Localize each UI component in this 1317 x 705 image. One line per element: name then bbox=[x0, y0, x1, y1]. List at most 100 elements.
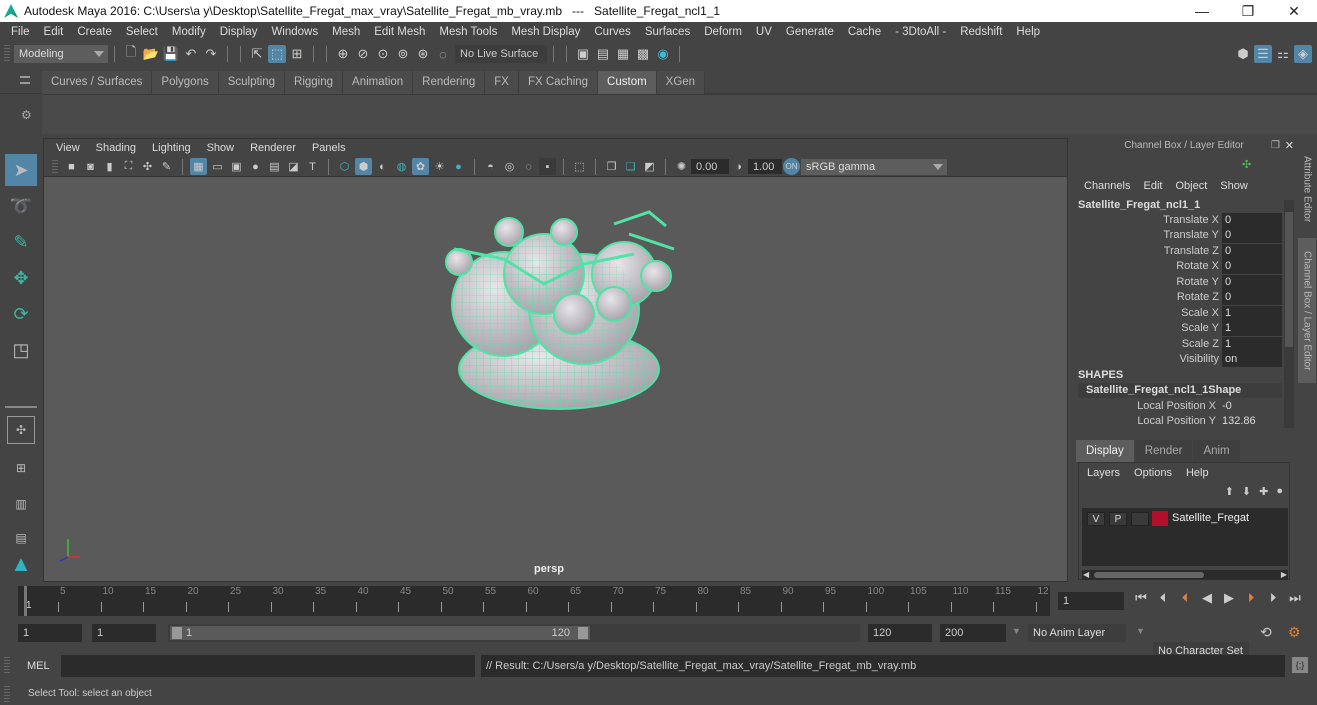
viewport-menu-show[interactable]: Show bbox=[199, 142, 243, 154]
gate-mask-icon[interactable]: ● bbox=[247, 158, 264, 175]
chevron-down-icon[interactable]: ▼ bbox=[1136, 626, 1145, 636]
channel-value[interactable]: 1 bbox=[1222, 321, 1282, 336]
cb-menu-channels[interactable]: Channels bbox=[1084, 180, 1143, 192]
menu-help[interactable]: Help bbox=[1009, 26, 1047, 38]
step-back-key-icon[interactable]: ⏴ bbox=[1174, 590, 1196, 606]
layer-tab-anim[interactable]: Anim bbox=[1193, 440, 1240, 462]
menu-select[interactable]: Select bbox=[119, 26, 165, 38]
close-button[interactable]: ✕ bbox=[1271, 0, 1317, 22]
wireframe-on-shaded-icon[interactable]: ◐ bbox=[374, 158, 391, 175]
step-forward-frame-icon[interactable]: ⏵ bbox=[1262, 590, 1284, 606]
menu-windows[interactable]: Windows bbox=[264, 26, 325, 38]
new-layer-icon[interactable]: ✚ bbox=[1259, 485, 1268, 498]
channel-row[interactable]: Translate Z0 bbox=[1072, 244, 1282, 259]
bookmark-icon[interactable]: ▮ bbox=[101, 158, 118, 175]
channel-value[interactable]: 0 bbox=[1222, 290, 1282, 305]
shelf-settings-gear-icon[interactable]: ⚙ bbox=[21, 108, 32, 122]
viewport-menu-lighting[interactable]: Lighting bbox=[144, 142, 199, 154]
channel-value[interactable]: 0 bbox=[1222, 213, 1282, 228]
layer-menu-help[interactable]: Help bbox=[1186, 467, 1223, 479]
move-tool-icon[interactable]: ✥ bbox=[5, 262, 37, 294]
layer-playback-toggle[interactable]: P bbox=[1109, 512, 1127, 526]
wireframe-icon[interactable]: ⬡ bbox=[336, 158, 353, 175]
play-backwards-icon[interactable]: ◀ bbox=[1196, 590, 1218, 606]
menu-edit[interactable]: Edit bbox=[37, 26, 71, 38]
channel-value[interactable]: 0 bbox=[1222, 275, 1282, 290]
shelf-tab-xgen[interactable]: XGen bbox=[656, 71, 706, 94]
shelf-tab-animation[interactable]: Animation bbox=[343, 71, 414, 94]
layer-display-type-toggle[interactable] bbox=[1131, 512, 1149, 526]
shelf-tab-fx-caching[interactable]: FX Caching bbox=[518, 71, 599, 94]
menu-mesh[interactable]: Mesh bbox=[325, 26, 367, 38]
paint-select-tool-icon[interactable]: ✎ bbox=[5, 226, 37, 258]
scroll-left-icon[interactable]: ◀ bbox=[1083, 570, 1089, 579]
manipulator-icon[interactable]: ✣ bbox=[1242, 158, 1251, 171]
animation-end-field[interactable]: 200 bbox=[940, 624, 1006, 642]
menu-file[interactable]: File bbox=[4, 26, 37, 38]
shelf-tab-rendering[interactable]: Rendering bbox=[413, 71, 486, 94]
film-gate-icon[interactable]: ▭ bbox=[209, 158, 226, 175]
viewport-panel[interactable]: View Shading Lighting Show Renderer Pane… bbox=[43, 138, 1068, 582]
layer-tab-render[interactable]: Render bbox=[1134, 440, 1193, 462]
shelf-tab-sculpting[interactable]: Sculpting bbox=[218, 71, 286, 94]
satellite-model[interactable] bbox=[434, 204, 684, 424]
snap-live-icon[interactable]: ⊛ bbox=[414, 45, 432, 63]
animation-start-field[interactable]: 1 bbox=[18, 624, 82, 642]
menu-edit-mesh[interactable]: Edit Mesh bbox=[367, 26, 432, 38]
script-editor-icon[interactable]: {;} bbox=[1292, 657, 1308, 673]
channel-value[interactable]: -0 bbox=[1219, 399, 1279, 414]
maya-logo-icon[interactable]: ▲ bbox=[5, 548, 37, 580]
multisample-aa-icon[interactable]: ◎ bbox=[501, 158, 518, 175]
float-panel-icon[interactable]: ❐ bbox=[1271, 138, 1280, 154]
channel-value[interactable]: 1 bbox=[1222, 337, 1282, 352]
render-settings-icon[interactable]: ▩ bbox=[634, 45, 652, 63]
menu-mesh-tools[interactable]: Mesh Tools bbox=[432, 26, 504, 38]
menu-curves[interactable]: Curves bbox=[587, 26, 637, 38]
layer-name[interactable]: Satellite_Fregat bbox=[1172, 512, 1249, 524]
select-hierarchy-icon[interactable]: ⇱ bbox=[248, 45, 266, 63]
exposure-icon[interactable]: ✺ bbox=[673, 158, 690, 175]
move-layer-up-icon[interactable]: ⬆ bbox=[1225, 485, 1234, 498]
channel-box-tab[interactable]: Channel Box / Layer Editor bbox=[1298, 238, 1316, 383]
anim-layer-dropdown[interactable]: No Anim Layer bbox=[1028, 624, 1126, 642]
render-frame-icon[interactable]: ▤ bbox=[594, 45, 612, 63]
step-forward-key-icon[interactable]: ⏵ bbox=[1240, 590, 1262, 606]
channel-row[interactable]: Visibility on bbox=[1072, 352, 1282, 367]
menu-redshift[interactable]: Redshift bbox=[953, 26, 1009, 38]
layer-visibility-toggle[interactable]: V bbox=[1087, 512, 1105, 526]
resolution-gate-icon[interactable]: ▣ bbox=[228, 158, 245, 175]
go-to-end-icon[interactable]: ⏭ bbox=[1284, 590, 1306, 606]
camera-attributes-icon[interactable]: ◙ bbox=[82, 158, 99, 175]
channel-box-scrollbar[interactable] bbox=[1284, 200, 1294, 428]
menu-uv[interactable]: UV bbox=[749, 26, 779, 38]
menu-generate[interactable]: Generate bbox=[779, 26, 841, 38]
redo-icon[interactable]: ↷ bbox=[202, 45, 220, 63]
gamma-icon[interactable]: ◑ bbox=[730, 158, 747, 175]
camera-icon[interactable]: ■ bbox=[63, 158, 80, 175]
cb-menu-show[interactable]: Show bbox=[1220, 180, 1261, 192]
attribute-editor-tab[interactable]: Attribute Editor bbox=[1298, 144, 1316, 234]
save-scene-icon[interactable]: 💾 bbox=[162, 45, 180, 63]
grip-handle[interactable] bbox=[4, 686, 10, 704]
xray-joints-icon[interactable]: ❐ bbox=[603, 158, 620, 175]
range-slider[interactable]: 1 120 bbox=[168, 624, 860, 642]
channel-value[interactable]: 1 bbox=[1222, 306, 1282, 321]
channel-row[interactable]: Translate Y0 bbox=[1072, 228, 1282, 243]
channel-box-toggle-icon[interactable]: ◈ bbox=[1294, 45, 1312, 63]
live-surface-field[interactable]: No Live Surface bbox=[455, 45, 547, 63]
viewport-menu-view[interactable]: View bbox=[48, 142, 88, 154]
playback-end-field[interactable]: 120 bbox=[868, 624, 932, 642]
modeling-toolkit-icon[interactable]: ⬢ bbox=[1234, 45, 1252, 63]
channel-value[interactable]: 0 bbox=[1222, 244, 1282, 259]
shape-name[interactable]: Satellite_Fregat_ncl1_1Shape bbox=[1078, 383, 1282, 398]
channel-value[interactable]: 0 bbox=[1222, 259, 1282, 274]
smooth-shade-icon[interactable]: ⬢ bbox=[355, 158, 372, 175]
new-scene-icon[interactable]: 🗋 bbox=[122, 44, 140, 63]
layer-tab-display[interactable]: Display bbox=[1076, 440, 1134, 462]
menu-modify[interactable]: Modify bbox=[165, 26, 213, 38]
object-name[interactable]: Satellite_Fregat_ncl1_1 bbox=[1078, 199, 1200, 211]
shape-channel-row[interactable]: Local Position Y 132.86 bbox=[1072, 414, 1282, 429]
current-time-indicator[interactable] bbox=[24, 586, 27, 616]
viewport-menu-shading[interactable]: Shading bbox=[88, 142, 144, 154]
textured-icon[interactable]: ◍ bbox=[393, 158, 410, 175]
